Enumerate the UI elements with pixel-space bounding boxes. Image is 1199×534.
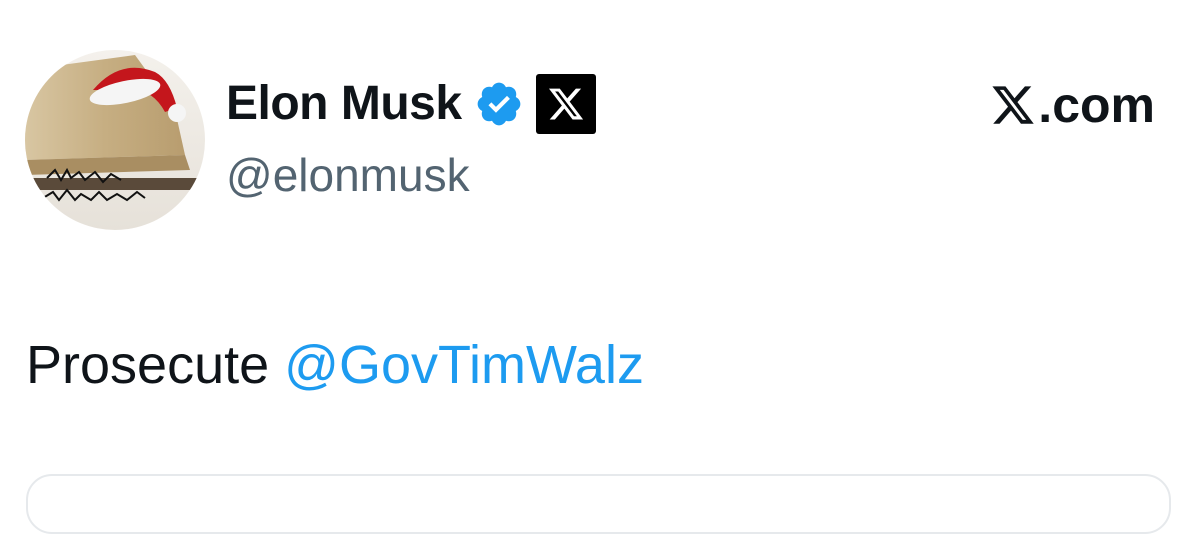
avatar[interactable] [25,50,205,230]
avatar-image [25,50,205,230]
author-name-row: Elon Musk [226,72,596,136]
tweet-text: Prosecute @GovTimWalz [26,338,644,392]
x-affiliation-icon[interactable] [535,74,596,134]
author-handle[interactable]: @elonmusk [226,152,470,198]
x-logo-icon [548,88,583,120]
brand-domain: .com [1038,77,1155,133]
tweet-card[interactable]: Elon Musk @elonmusk .com Prosecute @GovT… [0,0,1199,534]
tweet-text-body: Prosecute [26,335,285,395]
x-logo-icon [992,86,1035,124]
mention-link[interactable]: @GovTimWalz [284,335,644,395]
brand-watermark: .com [990,80,1155,130]
quote-card[interactable] [26,474,1171,534]
verified-badge-icon[interactable] [474,79,524,129]
display-name[interactable]: Elon Musk [226,80,462,128]
